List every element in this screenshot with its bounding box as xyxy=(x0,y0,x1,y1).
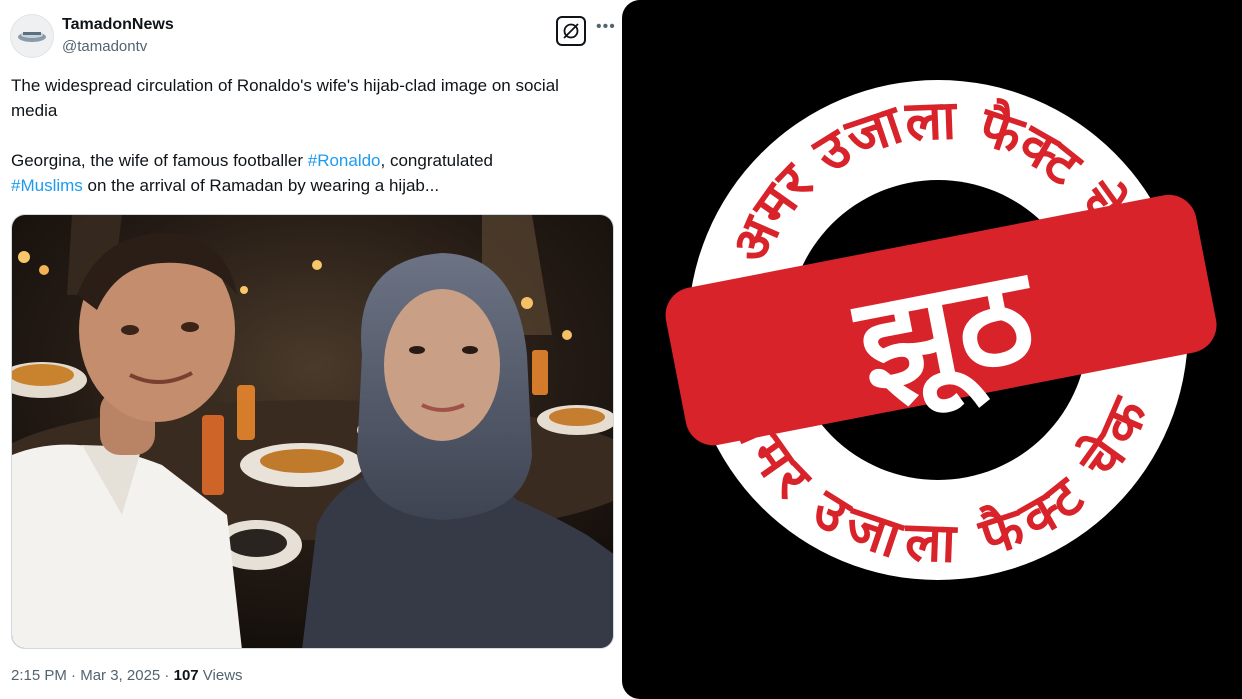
fact-check-stamp-panel: अमर उजाला फैक्ट चेक अमर उजाला फैक्ट चेक … xyxy=(622,0,1242,699)
tweet-date-link[interactable]: Mar 3, 2025 xyxy=(80,667,160,684)
grok-icon xyxy=(563,23,579,39)
tweet-time-link[interactable]: 2:15 PM xyxy=(11,667,67,684)
tweet-text-paragraph-1: The widespread circulation of Ronaldo's … xyxy=(11,76,559,120)
meta-separator: · xyxy=(66,667,81,684)
hashtag-ronaldo-link[interactable]: #Ronaldo xyxy=(308,151,381,170)
more-options-icon: ••• xyxy=(596,18,616,35)
tweet-card: TamadonNews @tamadontv ••• The widesprea… xyxy=(0,0,622,699)
views-count: 107 xyxy=(173,667,199,684)
hashtag-muslims-link[interactable]: #Muslims xyxy=(11,176,83,195)
tweet-text-part: , congratulated xyxy=(380,151,493,170)
tweet-text-part: on the arrival of Ramadan by wearing a h… xyxy=(82,176,440,195)
more-options-button[interactable]: ••• xyxy=(596,18,616,38)
grok-button[interactable] xyxy=(556,16,586,46)
views-label: Views xyxy=(198,667,243,684)
fact-check-stamp: अमर उजाला फैक्ट चेक अमर उजाला फैक्ट चेक … xyxy=(665,80,1217,580)
tweet-meta: 2:15 PM · Mar 3, 2025 · 107 Views xyxy=(11,667,243,684)
tweet-media-image[interactable] xyxy=(11,214,614,649)
meta-separator: · xyxy=(160,667,174,684)
tweet-text-paragraph-2: Georgina, the wife of famous footballer … xyxy=(11,148,591,198)
author-name[interactable]: TamadonNews xyxy=(62,16,174,34)
author-handle[interactable]: @tamadontv xyxy=(62,38,147,55)
tweet-text-part: Georgina, the wife of famous footballer xyxy=(11,151,308,170)
avatar[interactable] xyxy=(10,14,54,58)
